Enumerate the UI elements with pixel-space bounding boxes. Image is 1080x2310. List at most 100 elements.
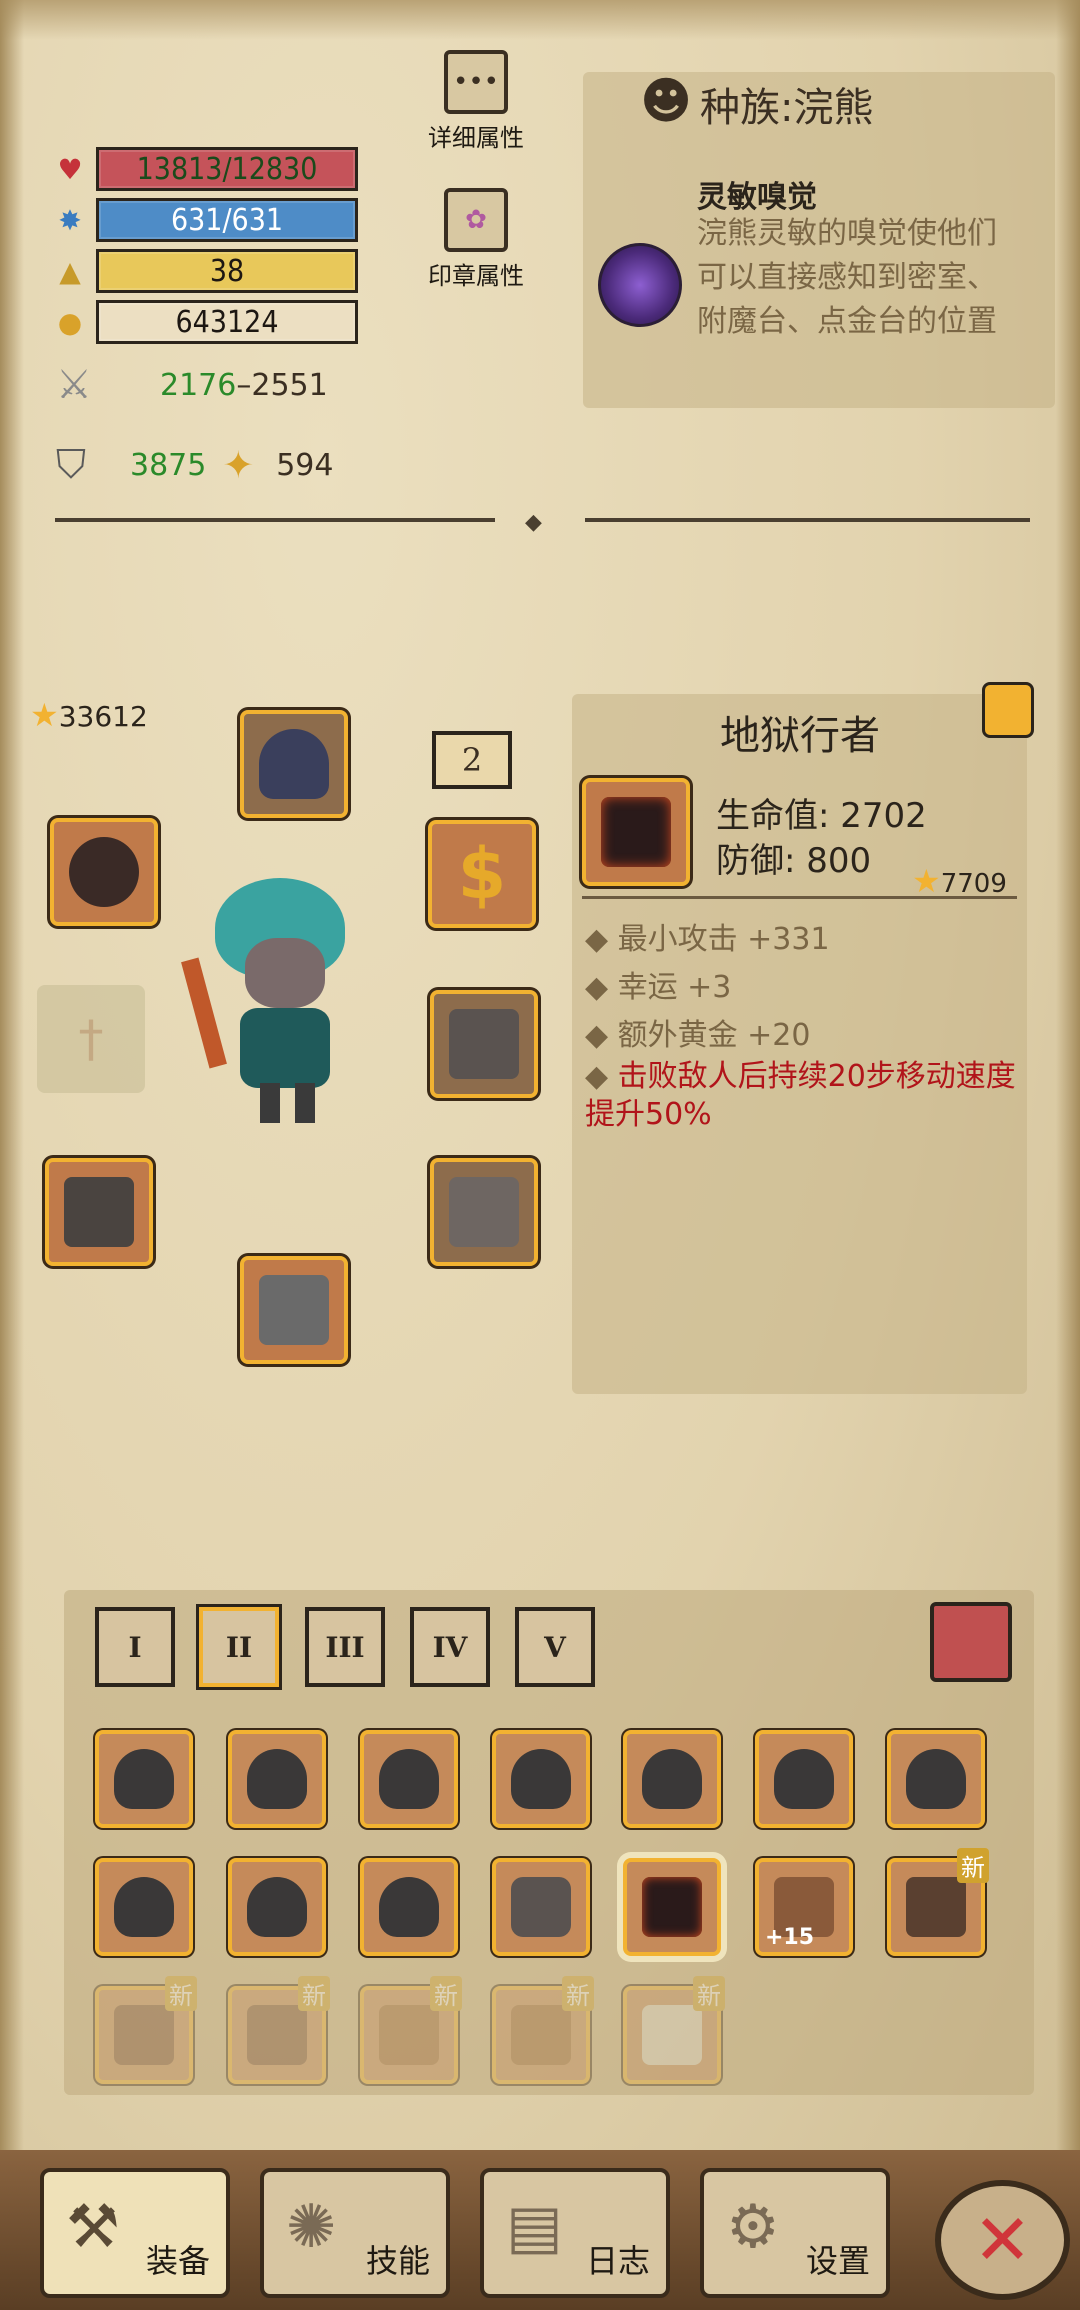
nav-equip-label: 装备 bbox=[145, 2242, 210, 2280]
gauntlet-icon bbox=[64, 1177, 134, 1247]
helmet-icon bbox=[247, 1877, 307, 1937]
shoulder-icon bbox=[379, 2005, 439, 2065]
item-power: ★7709 bbox=[912, 862, 1007, 900]
helmet-icon bbox=[114, 1749, 174, 1809]
tab-V[interactable]: V bbox=[515, 1607, 595, 1687]
paper-edge-right bbox=[1056, 0, 1080, 2310]
trait-description: 浣熊灵敏的嗅觉使他们可以直接感知到密室、附魔台、点金台的位置 bbox=[697, 216, 997, 339]
cloak-icon bbox=[642, 2005, 702, 2065]
attr-line: ◆ 额外黄金 +20 bbox=[585, 1018, 811, 1053]
shield-icon: ⛉ bbox=[56, 442, 86, 488]
hp-row: ♥ 13813/12830 bbox=[50, 146, 358, 192]
helmet-icon bbox=[774, 1749, 834, 1809]
level-row: ▲ 38 bbox=[50, 248, 358, 294]
inventory-slot[interactable]: +15 bbox=[755, 1858, 853, 1956]
shoulder-icon bbox=[511, 2005, 571, 2065]
tab-I[interactable]: I bbox=[95, 1607, 175, 1687]
inventory-slot[interactable] bbox=[360, 1858, 458, 1956]
inventory-slot[interactable]: 新 bbox=[228, 1976, 330, 2084]
leg-armor-slot[interactable] bbox=[430, 1158, 538, 1266]
inventory-slot[interactable] bbox=[228, 1858, 326, 1956]
inventory-slot[interactable]: 新 bbox=[360, 1976, 462, 2084]
tab-II[interactable]: II bbox=[199, 1607, 279, 1687]
gloves-slot[interactable] bbox=[45, 1158, 153, 1266]
inventory-slot[interactable] bbox=[492, 1858, 590, 1956]
luck-icon: ✦ bbox=[222, 443, 255, 487]
nav-skills[interactable]: ✺ 技能 bbox=[260, 2168, 450, 2298]
hellwalker-boots-icon bbox=[642, 1877, 702, 1937]
attr-line: ◆ 最小攻击 +331 bbox=[585, 922, 830, 957]
leg-armor-icon bbox=[449, 1177, 519, 1247]
details-button[interactable]: ••• 详细属性 bbox=[428, 50, 524, 153]
chest-armor-icon bbox=[511, 1877, 571, 1937]
flower-seal-icon: ✿ bbox=[444, 188, 508, 252]
boots-icon bbox=[259, 1275, 329, 1345]
inventory-slot[interactable]: 新 bbox=[623, 1976, 725, 2084]
total-power-value: 33612 bbox=[58, 700, 148, 733]
inventory-slot[interactable] bbox=[95, 1858, 193, 1956]
attack-max: 2551 bbox=[251, 367, 328, 403]
paper-edge-top bbox=[0, 0, 1080, 40]
new-tag: 新 bbox=[562, 1976, 594, 2011]
defense-value: 3875 bbox=[130, 447, 207, 483]
star-icon: ★ bbox=[912, 862, 941, 900]
skills-icon: ✺ bbox=[286, 2192, 337, 2262]
close-icon: ✕ bbox=[973, 2199, 1032, 2281]
divider-ornament: ◆ bbox=[525, 510, 542, 535]
tab-III[interactable]: III bbox=[305, 1607, 385, 1687]
inventory-slot-selected[interactable] bbox=[623, 1858, 721, 1956]
chest-armor-icon bbox=[449, 1009, 519, 1079]
mp-bar: 631/631 bbox=[96, 198, 358, 242]
race-title: 种族:浣熊 bbox=[700, 85, 874, 131]
axe-icon: ⚒ bbox=[66, 2192, 120, 2262]
nav-settings[interactable]: ⚙ 设置 bbox=[700, 2168, 890, 2298]
inventory-slot[interactable]: 新 bbox=[887, 1848, 989, 1956]
helmet-icon bbox=[511, 1749, 571, 1809]
trash-icon[interactable] bbox=[930, 1602, 1012, 1682]
gold-bonus-slot[interactable]: $ bbox=[428, 820, 536, 928]
attr-text: 额外黄金 +20 bbox=[617, 1018, 811, 1053]
level-icon: ▲ bbox=[59, 254, 81, 288]
ring-count-badge[interactable]: 2 bbox=[432, 731, 512, 789]
inventory-slot[interactable] bbox=[755, 1730, 853, 1828]
luck-value: 594 bbox=[276, 447, 334, 483]
item-hp: 生命值: 2702 bbox=[716, 796, 927, 836]
details-label: 详细属性 bbox=[428, 124, 524, 152]
heart-icon: ♥ bbox=[57, 152, 83, 186]
nav-skills-label: 技能 bbox=[365, 2242, 430, 2280]
inventory-slot[interactable] bbox=[623, 1730, 721, 1828]
shoulder-icon bbox=[247, 2005, 307, 2065]
helmet-slot[interactable] bbox=[240, 710, 348, 818]
inventory-slot[interactable]: 新 bbox=[492, 1976, 594, 2084]
weapon-slot-empty[interactable]: † bbox=[37, 985, 145, 1093]
inventory-slot[interactable] bbox=[492, 1730, 590, 1828]
raccoon-icon: ☻ bbox=[640, 72, 693, 130]
inventory-slot[interactable] bbox=[95, 1730, 193, 1828]
amulet-slot[interactable] bbox=[50, 818, 158, 926]
attack-stat: ⚔ 2176 – 2551 bbox=[56, 362, 328, 408]
lock-icon[interactable] bbox=[982, 682, 1034, 738]
nav-equip[interactable]: ⚒ 装备 bbox=[40, 2168, 230, 2298]
chest-armor-slot[interactable] bbox=[430, 990, 538, 1098]
sword-outline-icon: † bbox=[78, 1010, 104, 1068]
close-button[interactable]: ✕ bbox=[935, 2180, 1070, 2300]
bracer-icon bbox=[906, 1877, 966, 1937]
inventory-slot[interactable] bbox=[360, 1730, 458, 1828]
inventory-slot[interactable] bbox=[228, 1730, 326, 1828]
trait-icon bbox=[598, 243, 682, 327]
attack-separator: – bbox=[236, 367, 252, 403]
helmet-icon bbox=[906, 1749, 966, 1809]
nav-log[interactable]: ▤ 日志 bbox=[480, 2168, 670, 2298]
seal-button[interactable]: ✿ 印章属性 bbox=[428, 188, 524, 291]
tab-IV[interactable]: IV bbox=[410, 1607, 490, 1687]
raccoon-character bbox=[181, 858, 345, 1138]
paper-edge-left bbox=[0, 0, 24, 2310]
new-tag: 新 bbox=[693, 1976, 725, 2011]
nav-log-label: 日志 bbox=[585, 2242, 650, 2280]
ring-count-value: 2 bbox=[461, 741, 483, 779]
item-defense: 防御: 800 bbox=[716, 841, 872, 881]
boots-slot[interactable] bbox=[240, 1256, 348, 1364]
divider-right bbox=[585, 518, 1030, 522]
inventory-slot[interactable]: 新 bbox=[95, 1976, 197, 2084]
inventory-slot[interactable] bbox=[887, 1730, 985, 1828]
